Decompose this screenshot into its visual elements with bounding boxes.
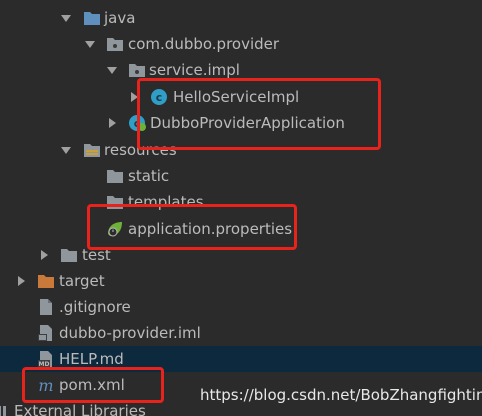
tree-label-application-properties: application.properties — [128, 220, 293, 238]
package-icon — [106, 35, 124, 53]
tree-row-com-dubbo-provider[interactable]: com.dubbo.provider — [0, 31, 482, 57]
folder-icon — [106, 193, 124, 211]
tree-label-static: static — [128, 167, 170, 185]
tree-row-external-libraries[interactable]: External Libraries — [0, 402, 482, 416]
tree-row-java[interactable]: java — [0, 5, 482, 31]
folder-icon — [106, 167, 124, 185]
tree-label-target: target — [59, 272, 105, 290]
tree-label-service-impl: service.impl — [149, 61, 240, 79]
spring-boot-class-icon: c — [128, 114, 146, 132]
excluded-folder-icon — [37, 272, 55, 290]
tree-row-hello-service-impl[interactable]: c HelloServiceImpl — [0, 84, 482, 110]
expand-arrow-icon[interactable] — [106, 64, 118, 76]
tree-label-gitignore: .gitignore — [59, 298, 131, 316]
tree-row-service-impl[interactable]: service.impl — [0, 57, 482, 83]
tree-row-test[interactable]: test — [0, 242, 482, 268]
markdown-icon: MD — [37, 350, 55, 368]
collapsed-arrow-icon[interactable] — [106, 117, 118, 129]
svg-text:c: c — [156, 91, 163, 104]
iml-file-icon — [37, 324, 55, 342]
tree-label-resources: resources — [104, 141, 177, 159]
tree-row-resources[interactable]: resources — [0, 137, 482, 163]
tree-row-gitignore[interactable]: .gitignore — [0, 294, 482, 320]
tree-row-static[interactable]: static — [0, 163, 482, 189]
expand-arrow-icon[interactable] — [60, 12, 72, 24]
tree-label-pom-xml: pom.xml — [59, 376, 125, 394]
tree-label-external-libraries: External Libraries — [14, 402, 146, 416]
maven-icon: m — [37, 376, 55, 394]
tree-row-dubbo-provider-iml[interactable]: dubbo-provider.iml — [0, 320, 482, 346]
tree-label-package-provider: com.dubbo.provider — [128, 35, 280, 53]
resources-folder-icon — [83, 141, 101, 159]
tree-row-templates[interactable]: templates — [0, 189, 482, 215]
tree-row-application-properties[interactable]: application.properties — [0, 216, 482, 242]
tree-label-java: java — [104, 9, 136, 27]
class-icon: c — [150, 88, 168, 106]
collapsed-arrow-icon[interactable] — [15, 275, 27, 287]
libraries-icon — [0, 404, 14, 416]
tree-row-help-md[interactable]: MD HELP.md — [0, 346, 482, 372]
file-icon — [37, 298, 55, 316]
collapsed-arrow-icon[interactable] — [128, 91, 140, 103]
svg-text:m: m — [38, 376, 53, 394]
tree-label-hello-service-impl: HelloServiceImpl — [173, 88, 300, 106]
expand-arrow-icon[interactable] — [84, 38, 96, 50]
folder-icon — [83, 9, 101, 27]
expand-arrow-icon[interactable] — [60, 144, 72, 156]
tree-row-target[interactable]: target — [0, 268, 482, 294]
tree-label-help-md: HELP.md — [59, 350, 124, 368]
watermark-url: https://blog.csdn.net/BobZhangfighting — [200, 386, 482, 404]
tree-label-templates: templates — [128, 193, 204, 211]
tree-row-dubbo-provider-application[interactable]: c DubboProviderApplication — [0, 110, 482, 136]
tree-label-test: test — [82, 246, 111, 264]
tree-label-dubbo-provider-iml: dubbo-provider.iml — [59, 324, 201, 342]
tree-label-dubbo-provider-application: DubboProviderApplication — [150, 114, 345, 132]
spring-properties-icon — [106, 220, 124, 238]
package-icon — [128, 61, 146, 79]
folder-icon — [60, 246, 78, 264]
svg-text:MD: MD — [39, 361, 50, 368]
collapsed-arrow-icon[interactable] — [38, 249, 50, 261]
